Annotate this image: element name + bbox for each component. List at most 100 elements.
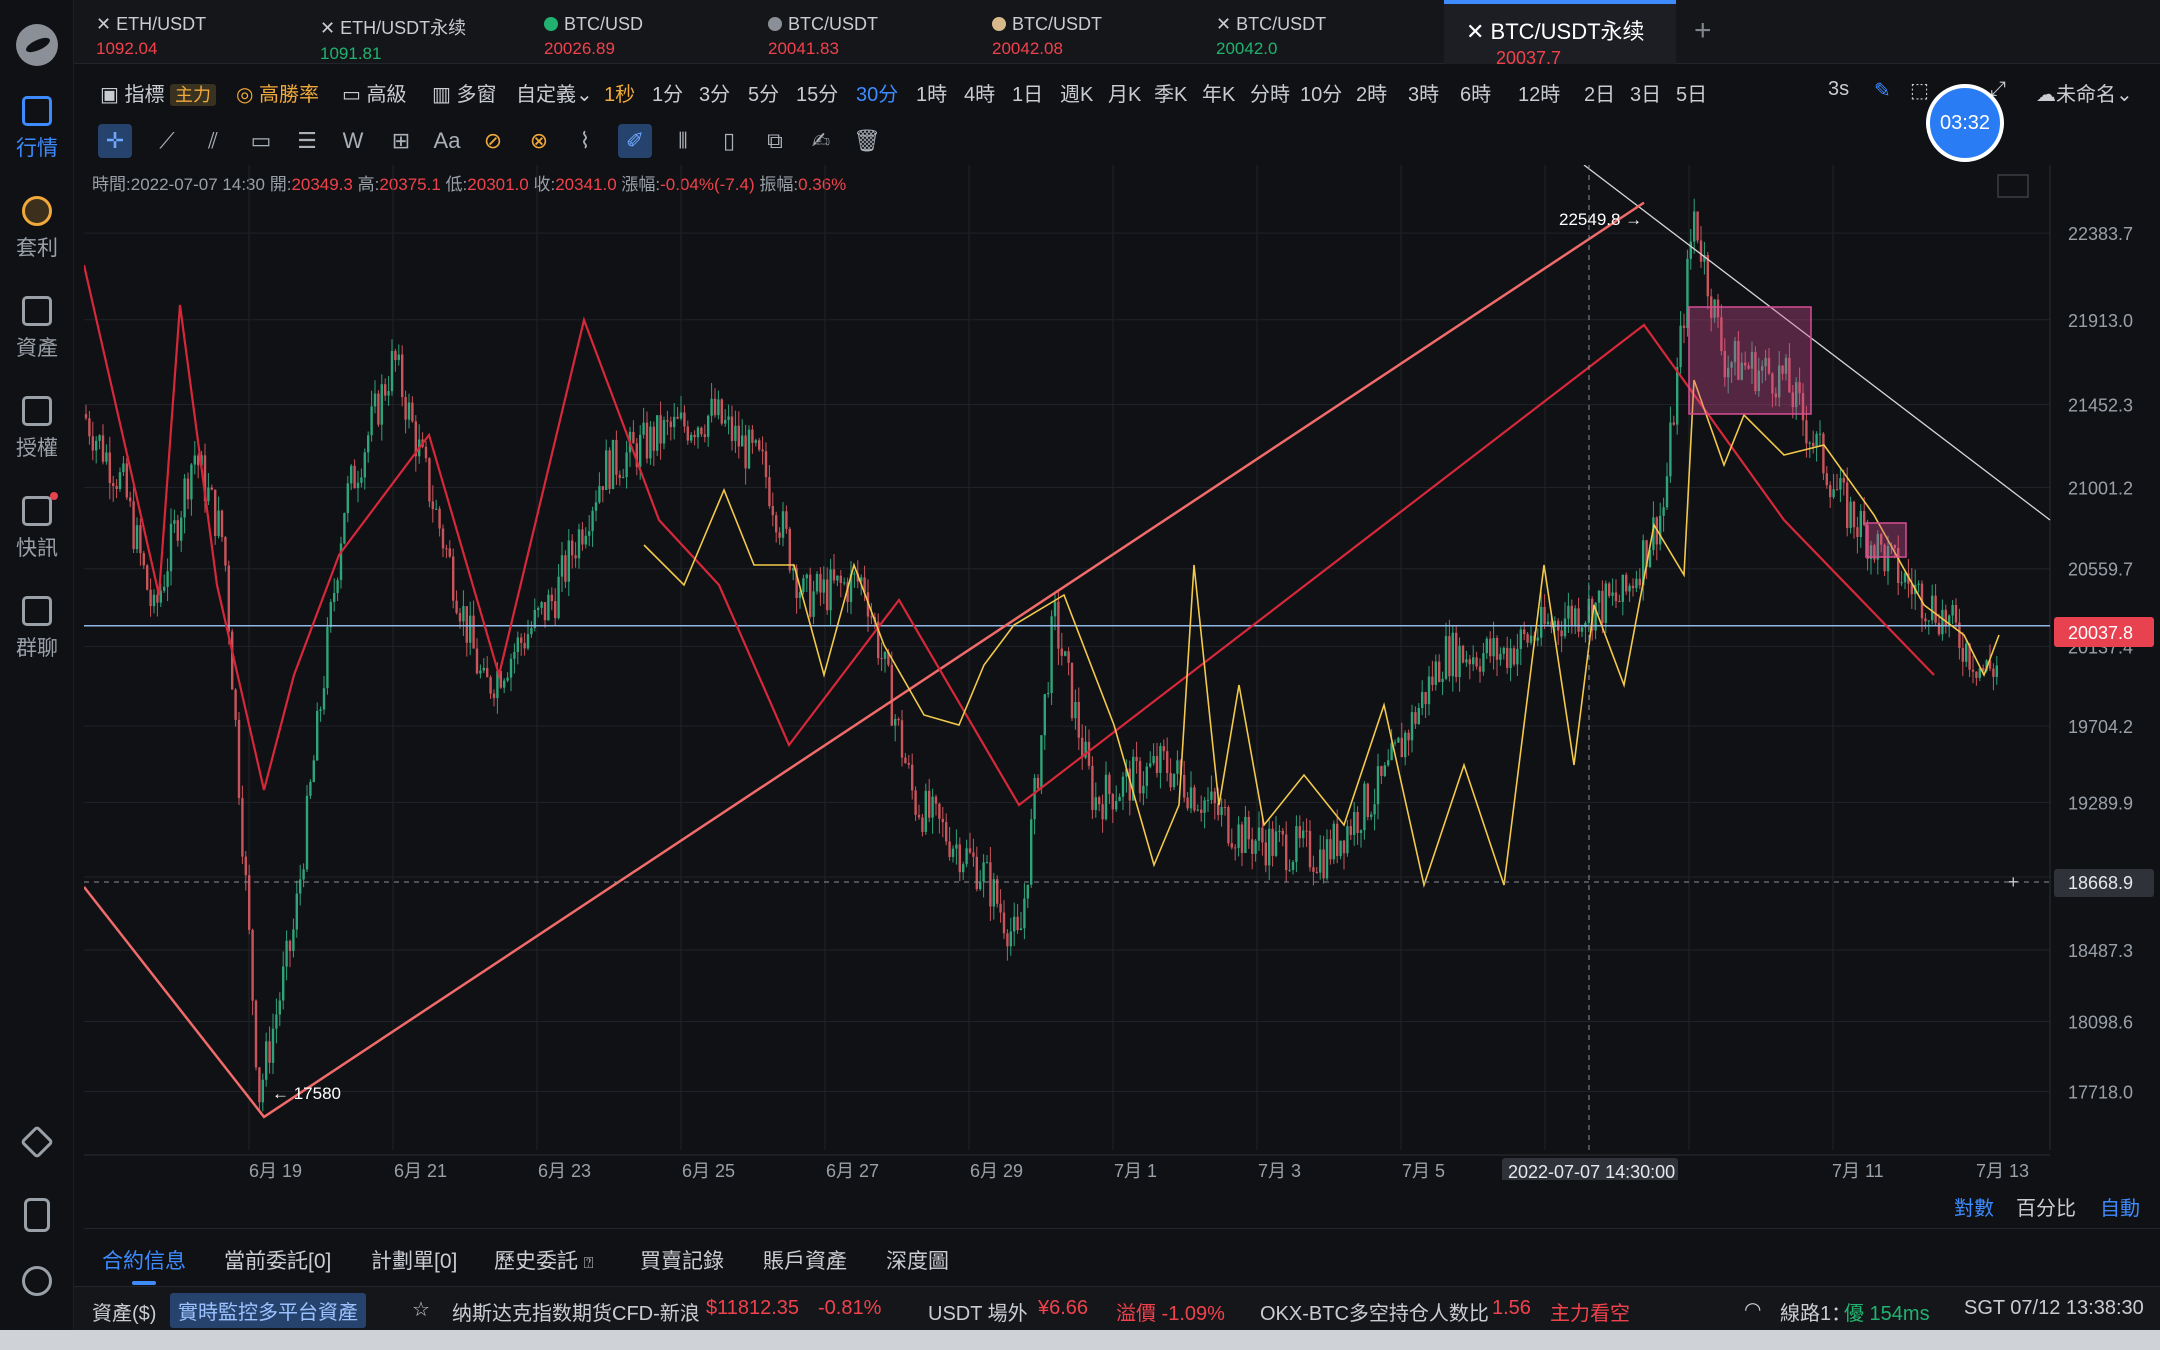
countdown-timer[interactable]: 03:32 <box>1926 84 2004 162</box>
tab-btc-usd[interactable]: BTC/USD 20026.89 <box>522 0 742 64</box>
tab-btc-usdt-3[interactable]: ✕ BTC/USDT 20042.0 <box>1194 0 1414 64</box>
candle-body <box>428 458 431 502</box>
percent-scale-button[interactable]: 百分比 <box>2016 1192 2076 1221</box>
chart-canvas[interactable]: 22383.721913.021452.321001.220559.720137… <box>84 165 2160 1180</box>
tab-contract-info[interactable]: 合約信息 <box>102 1245 186 1285</box>
candle-body <box>401 354 404 397</box>
wave-icon[interactable]: W <box>336 124 370 158</box>
candle-body <box>703 434 706 437</box>
interval-13[interactable]: 分時 <box>1250 78 1290 107</box>
advanced-button[interactable]: ▭ 高級 <box>342 78 406 107</box>
interval-19[interactable]: 2日 <box>1584 78 1615 107</box>
candle-body <box>1485 638 1488 654</box>
vip-icon[interactable] <box>20 1125 54 1159</box>
trend-line-icon[interactable]: ⟋ <box>150 124 184 158</box>
interval-8[interactable]: 1日 <box>1012 78 1043 107</box>
candle-body <box>907 763 910 765</box>
fib-icon[interactable]: ☰ <box>290 124 324 158</box>
add-tab-button[interactable]: + <box>1694 14 1712 48</box>
ruler-icon[interactable]: ⌇ <box>568 124 602 158</box>
interval-3[interactable]: 5分 <box>748 78 779 107</box>
lock-drawing-icon[interactable]: ⊗ <box>522 124 556 158</box>
interval-15[interactable]: 2時 <box>1356 78 1387 107</box>
draw-mode-icon[interactable]: ✐ <box>618 124 652 158</box>
interval-9[interactable]: 週K <box>1060 78 1093 107</box>
interval-17[interactable]: 6時 <box>1460 78 1491 107</box>
sidebar-item-arbitrage[interactable]: 套利 <box>0 196 74 276</box>
tab-trade-records[interactable]: 買賣記錄 <box>640 1245 724 1275</box>
sidebar-item-news[interactable]: 快訊 <box>0 492 74 576</box>
candle-body <box>1611 592 1614 596</box>
tab-eth-usdt[interactable]: ✕ ETH/USDT 1092.04 <box>74 0 294 64</box>
sidebar-item-chat[interactable]: 群聊 <box>0 596 74 676</box>
tab-plan-orders[interactable]: 計劃單[0] <box>371 1245 457 1275</box>
interval-7[interactable]: 4時 <box>964 78 995 107</box>
price-chart[interactable]: 22383.7 21913.0 21452.3 21001.2 20559.7 20137… <box>84 165 2160 1180</box>
parallel-line-icon[interactable]: ⫽ <box>196 124 230 158</box>
tab-btc-usdt-perp-active[interactable]: ✕ BTC/USDT永续 20037.7 <box>1444 0 1676 68</box>
news-headline[interactable]: 纳斯达克指数期货CFD-新浪 <box>452 1297 700 1326</box>
tab-eth-usdt-perp[interactable]: ✕ ETH/USDT永续 1091.81 <box>298 0 518 64</box>
interval-12[interactable]: 年K <box>1202 78 1235 107</box>
okx-ratio-label: OKX-BTC多空持仓人数比 <box>1260 1303 1489 1325</box>
candle-body <box>1404 732 1407 758</box>
tab-open-orders[interactable]: 當前委託[0] <box>224 1245 331 1275</box>
sidebar-item-authorize[interactable]: 授權 <box>0 396 74 476</box>
candle-body <box>1540 606 1543 638</box>
candle-body <box>278 1000 281 1015</box>
high-win-button[interactable]: ◎ 高勝率 <box>236 78 319 107</box>
layout-name-dropdown[interactable]: ☁未命名⌄ <box>2036 78 2133 107</box>
pen-icon[interactable]: ✎ <box>1874 78 1891 103</box>
tab-account-assets[interactable]: 賬戶資產 <box>763 1245 847 1275</box>
copy-icon[interactable]: ⧉ <box>758 124 792 158</box>
interval-2[interactable]: 3分 <box>699 78 730 107</box>
lock-icon[interactable]: ▯ <box>712 124 746 158</box>
crosshair-icon[interactable]: ✛ <box>98 124 132 158</box>
log-scale-button[interactable]: 對數 <box>1954 1192 1994 1221</box>
interval-21[interactable]: 5日 <box>1676 78 1707 107</box>
tab-order-history[interactable]: 歷史委託 ⍰ <box>494 1245 593 1275</box>
candle-body <box>1026 884 1029 899</box>
text-icon[interactable]: Aa <box>430 124 464 158</box>
interval-18[interactable]: 12時 <box>1518 78 1560 107</box>
interval-20[interactable]: 3日 <box>1630 78 1661 107</box>
candle-body <box>836 575 839 581</box>
auto-scale-button[interactable]: 自動 <box>2100 1192 2140 1221</box>
interval-11[interactable]: 季K <box>1154 78 1187 107</box>
candle-body <box>1183 774 1186 798</box>
interval-16[interactable]: 3時 <box>1408 78 1439 107</box>
interval-4[interactable]: 15分 <box>796 78 838 107</box>
sidebar-item-assets[interactable]: 資產 <box>0 296 74 376</box>
refresh-rate[interactable]: 3s <box>1828 78 1849 101</box>
custom-interval-dropdown[interactable]: 自定義⌄ <box>516 78 593 107</box>
candle-body <box>431 501 434 510</box>
columns-icon[interactable]: ⦀ <box>666 124 700 158</box>
tab-btc-usdt-2[interactable]: BTC/USDT 20042.08 <box>970 0 1190 64</box>
monitor-button[interactable]: 實時監控多平台資產 <box>170 1293 366 1328</box>
candle-body <box>1387 760 1390 766</box>
rectangle-icon[interactable]: ▭ <box>244 124 278 158</box>
interval-0[interactable]: 1秒 <box>604 78 635 107</box>
edit-icon[interactable]: ✍ <box>804 124 838 158</box>
magnet-icon[interactable]: ⊘ <box>476 124 510 158</box>
interval-5[interactable]: 30分 <box>856 78 898 107</box>
interval-10[interactable]: 月K <box>1108 78 1141 107</box>
candle-body <box>1489 638 1492 657</box>
indicator-button[interactable]: ▣ 指標 主力 <box>100 78 217 107</box>
candle-body <box>1206 799 1210 801</box>
pin-icon[interactable]: ☆ <box>412 1297 430 1322</box>
select-icon[interactable]: ⬚ <box>1910 78 1929 103</box>
sidebar-item-market[interactable]: 行情 <box>0 96 74 176</box>
line-label[interactable]: 線路1： <box>1780 1297 1851 1326</box>
tab-depth-chart[interactable]: 深度圖 <box>886 1245 949 1275</box>
settings-gear-icon[interactable] <box>22 1266 52 1296</box>
interval-6[interactable]: 1時 <box>916 78 947 107</box>
interval-1[interactable]: 1分 <box>652 78 683 107</box>
interval-14[interactable]: 10分 <box>1300 78 1342 107</box>
trash-icon[interactable]: 🗑 <box>850 124 884 158</box>
device-icon[interactable] <box>24 1198 50 1232</box>
tab-btc-usdt-1[interactable]: BTC/USDT 20041.83 <box>746 0 966 64</box>
time-tick: 6月 27 <box>826 1161 879 1180</box>
multi-window-button[interactable]: ▥ 多窗 <box>432 78 496 107</box>
measure-icon[interactable]: ⊞ <box>384 124 418 158</box>
